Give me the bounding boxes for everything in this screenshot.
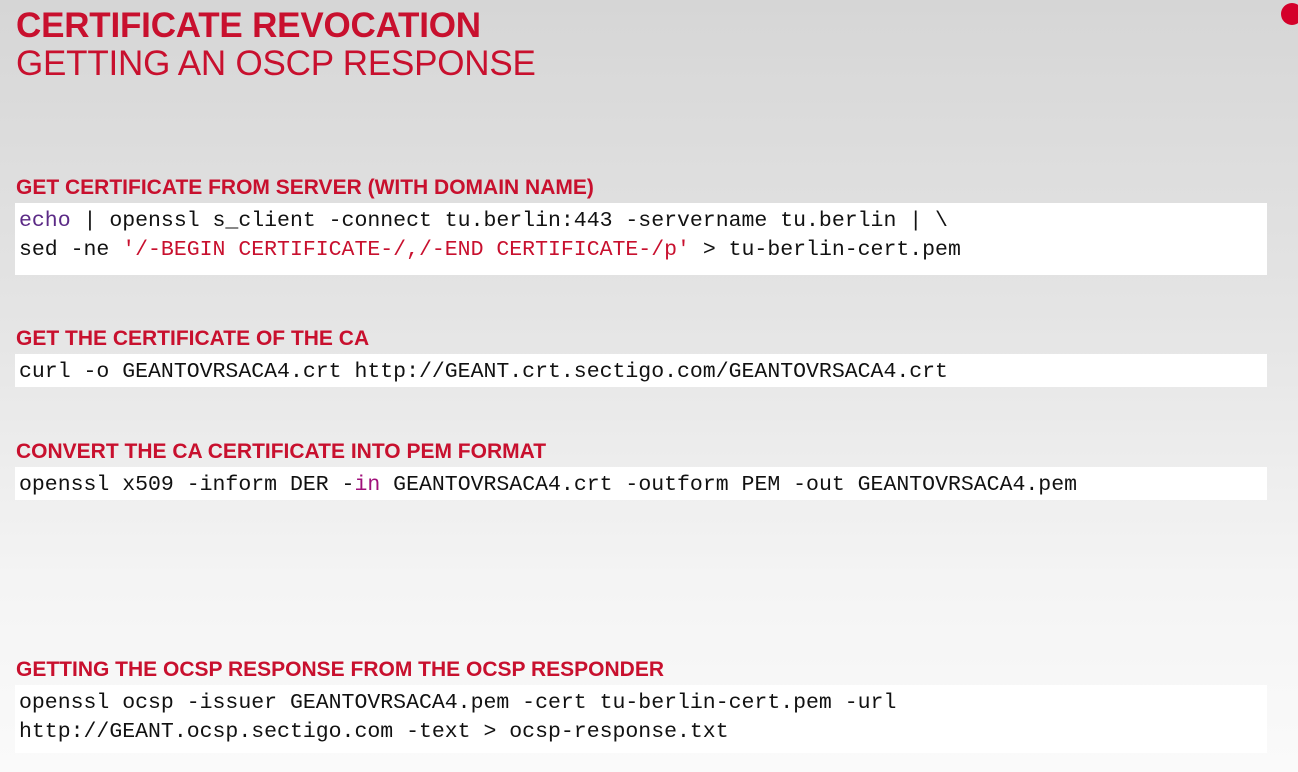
code-text: > tu-berlin-cert.pem bbox=[689, 238, 961, 262]
section-heading-convert-ca-cert: CONVERT THE CA CERTIFICATE INTO PEM FORM… bbox=[16, 440, 547, 463]
code-block-convert-ca-cert[interactable]: openssl x509 -inform DER -in GEANTOVRSAC… bbox=[15, 467, 1267, 500]
code-text: curl -o GEANTOVRSACA4.crt http://GEANT.c… bbox=[19, 360, 948, 384]
section-heading-get-server-cert: GET CERTIFICATE FROM SERVER (WITH DOMAIN… bbox=[16, 176, 594, 199]
code-text: sed -ne bbox=[19, 238, 123, 262]
section-heading-ocsp-response: GETTING THE OCSP RESPONSE FROM THE OCSP … bbox=[16, 658, 664, 681]
code-keyword-in: in bbox=[354, 473, 381, 497]
code-text: openssl x509 -inform DER - bbox=[19, 473, 355, 497]
code-string-sed-pattern: '/-BEGIN CERTIFICATE-/,/-END CERTIFICATE… bbox=[122, 238, 690, 262]
slide-subtitle: GETTING AN OSCP RESPONSE bbox=[16, 44, 536, 83]
section-heading-get-ca-cert: GET THE CERTIFICATE OF THE CA bbox=[16, 327, 370, 350]
code-keyword-echo: echo bbox=[19, 209, 71, 233]
code-text: GEANTOVRSACA4.crt -outform PEM -out GEAN… bbox=[380, 473, 1077, 497]
slide-title: CERTIFICATE REVOCATION bbox=[16, 6, 481, 45]
code-block-get-server-cert[interactable]: echo | openssl s_client -connect tu.berl… bbox=[15, 203, 1267, 275]
code-block-get-ca-cert[interactable]: curl -o GEANTOVRSACA4.crt http://GEANT.c… bbox=[15, 354, 1267, 387]
corner-dot-logo bbox=[1281, 3, 1298, 25]
code-text: | openssl s_client -connect tu.berlin:44… bbox=[70, 209, 948, 233]
code-block-ocsp-response[interactable]: openssl ocsp -issuer GEANTOVRSACA4.pem -… bbox=[15, 685, 1267, 753]
code-text: openssl ocsp -issuer GEANTOVRSACA4.pem -… bbox=[19, 691, 897, 715]
code-text: http://GEANT.ocsp.sectigo.com -text > oc… bbox=[19, 720, 729, 744]
